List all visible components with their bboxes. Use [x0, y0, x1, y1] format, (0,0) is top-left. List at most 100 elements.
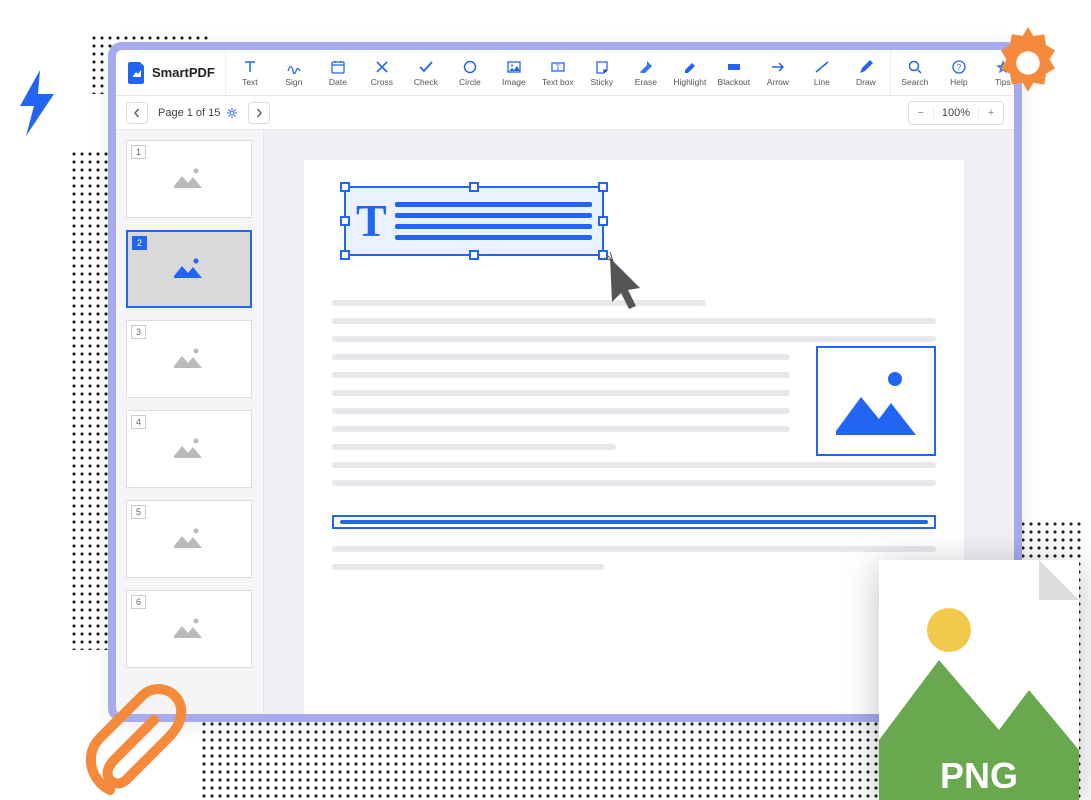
check-icon	[418, 59, 434, 75]
search-icon	[907, 59, 923, 75]
thumbnail[interactable]: 4	[126, 410, 252, 488]
svg-text:T: T	[555, 63, 560, 72]
highlight-annotation[interactable]	[332, 515, 936, 529]
circle-icon	[462, 59, 478, 75]
resize-handle[interactable]	[340, 182, 350, 192]
page[interactable]: T	[304, 160, 964, 714]
image-placeholder-icon	[172, 164, 206, 195]
selected-textbox[interactable]: T	[344, 186, 604, 256]
thumbnail-number: 2	[132, 236, 147, 250]
tool-highlight[interactable]: Highlight	[668, 50, 712, 95]
image-placeholder-icon	[831, 361, 921, 441]
tool-label: Circle	[459, 77, 481, 87]
thumbnail-number: 3	[131, 325, 146, 339]
resize-handle[interactable]	[469, 250, 479, 260]
tool-help[interactable]: ? Help	[937, 50, 981, 95]
thumbnail[interactable]: 3	[126, 320, 252, 398]
tool-label: Draw	[856, 77, 876, 87]
app-logo: SmartPDF	[124, 50, 226, 95]
image-placeholder-icon	[172, 254, 206, 285]
highlight-icon	[682, 59, 698, 75]
gear-icon	[983, 18, 1073, 108]
tool-image[interactable]: Image	[492, 50, 536, 95]
tool-label: Sign	[285, 77, 302, 87]
gear-icon[interactable]	[226, 107, 238, 119]
chevron-left-icon	[132, 108, 142, 118]
image-placeholder-icon	[172, 344, 206, 375]
tool-label: Highlight	[673, 77, 706, 87]
page-nav: Page 1 of 15	[126, 102, 270, 124]
dot-grid	[200, 720, 960, 800]
help-icon: ?	[951, 59, 967, 75]
main-toolbar: SmartPDF Text Sign Date Cross Check	[116, 50, 1014, 96]
tool-line[interactable]: Line	[800, 50, 844, 95]
tool-draw[interactable]: Draw	[844, 50, 888, 95]
arrow-icon	[770, 59, 786, 75]
thumbnail[interactable]: 2	[126, 230, 252, 308]
page-bar: Page 1 of 15 − 100% +	[116, 96, 1014, 130]
cursor-icon	[604, 252, 654, 312]
zoom-out-button[interactable]: −	[909, 107, 933, 119]
zoom-value: 100%	[933, 107, 979, 119]
paperclip-icon	[80, 680, 190, 800]
calendar-icon	[330, 59, 346, 75]
logo-icon	[128, 62, 146, 84]
svg-text:PNG: PNG	[940, 755, 1018, 796]
tool-circle[interactable]: Circle	[448, 50, 492, 95]
erase-icon	[638, 59, 654, 75]
zoom-in-button[interactable]: +	[979, 107, 1003, 119]
tool-textbox[interactable]: T Text box	[536, 50, 580, 95]
thumbnail-number: 4	[131, 415, 146, 429]
tool-label: Image	[502, 77, 526, 87]
tool-label: Blackout	[718, 77, 751, 87]
textbox-lines	[395, 202, 592, 240]
resize-handle[interactable]	[469, 182, 479, 192]
svg-text:?: ?	[957, 63, 962, 72]
png-file-icon: PNG	[879, 560, 1079, 800]
tool-cross[interactable]: Cross	[360, 50, 404, 95]
tool-label: Text	[242, 77, 258, 87]
tool-erase[interactable]: Erase	[624, 50, 668, 95]
tool-sticky[interactable]: Sticky	[580, 50, 624, 95]
tool-label: Erase	[635, 77, 657, 87]
image-annotation[interactable]	[816, 346, 936, 456]
tool-sign[interactable]: Sign	[272, 50, 316, 95]
thumbnail-number: 1	[131, 145, 146, 159]
text-glyph-icon: T	[356, 198, 387, 244]
thumbnail[interactable]: 5	[126, 500, 252, 578]
resize-handle[interactable]	[598, 182, 608, 192]
thumbnail[interactable]: 1	[126, 140, 252, 218]
tool-label: Date	[329, 77, 347, 87]
sign-icon	[286, 59, 302, 75]
tool-label: Help	[950, 77, 967, 87]
thumbnail-panel[interactable]: 1 2 3 4 5 6	[116, 130, 264, 714]
page-label: Page 1 of 15	[158, 107, 220, 119]
tool-search[interactable]: Search	[893, 50, 937, 95]
resize-handle[interactable]	[340, 216, 350, 226]
tool-label: Search	[901, 77, 928, 87]
next-page-button[interactable]	[248, 102, 270, 124]
image-placeholder-icon	[172, 524, 206, 555]
prev-page-button[interactable]	[126, 102, 148, 124]
page-indicator: Page 1 of 15	[158, 107, 238, 119]
textbox-icon: T	[550, 59, 566, 75]
tool-label: Arrow	[767, 77, 789, 87]
app-name: SmartPDF	[152, 65, 215, 80]
tool-label: Text box	[542, 77, 574, 87]
thumbnail[interactable]: 6	[126, 590, 252, 668]
thumbnail-number: 5	[131, 505, 146, 519]
draw-icon	[858, 59, 874, 75]
tool-blackout[interactable]: Blackout	[712, 50, 756, 95]
tool-date[interactable]: Date	[316, 50, 360, 95]
resize-handle[interactable]	[598, 216, 608, 226]
image-placeholder-icon	[172, 434, 206, 465]
lightning-icon	[10, 68, 64, 138]
tool-arrow[interactable]: Arrow	[756, 50, 800, 95]
tool-group-annotate: Text Sign Date Cross Check Circle	[226, 50, 891, 95]
tool-label: Check	[414, 77, 438, 87]
tool-label: Cross	[371, 77, 393, 87]
resize-handle[interactable]	[340, 250, 350, 260]
tool-check[interactable]: Check	[404, 50, 448, 95]
tool-text[interactable]: Text	[228, 50, 272, 95]
tool-label: Sticky	[591, 77, 614, 87]
